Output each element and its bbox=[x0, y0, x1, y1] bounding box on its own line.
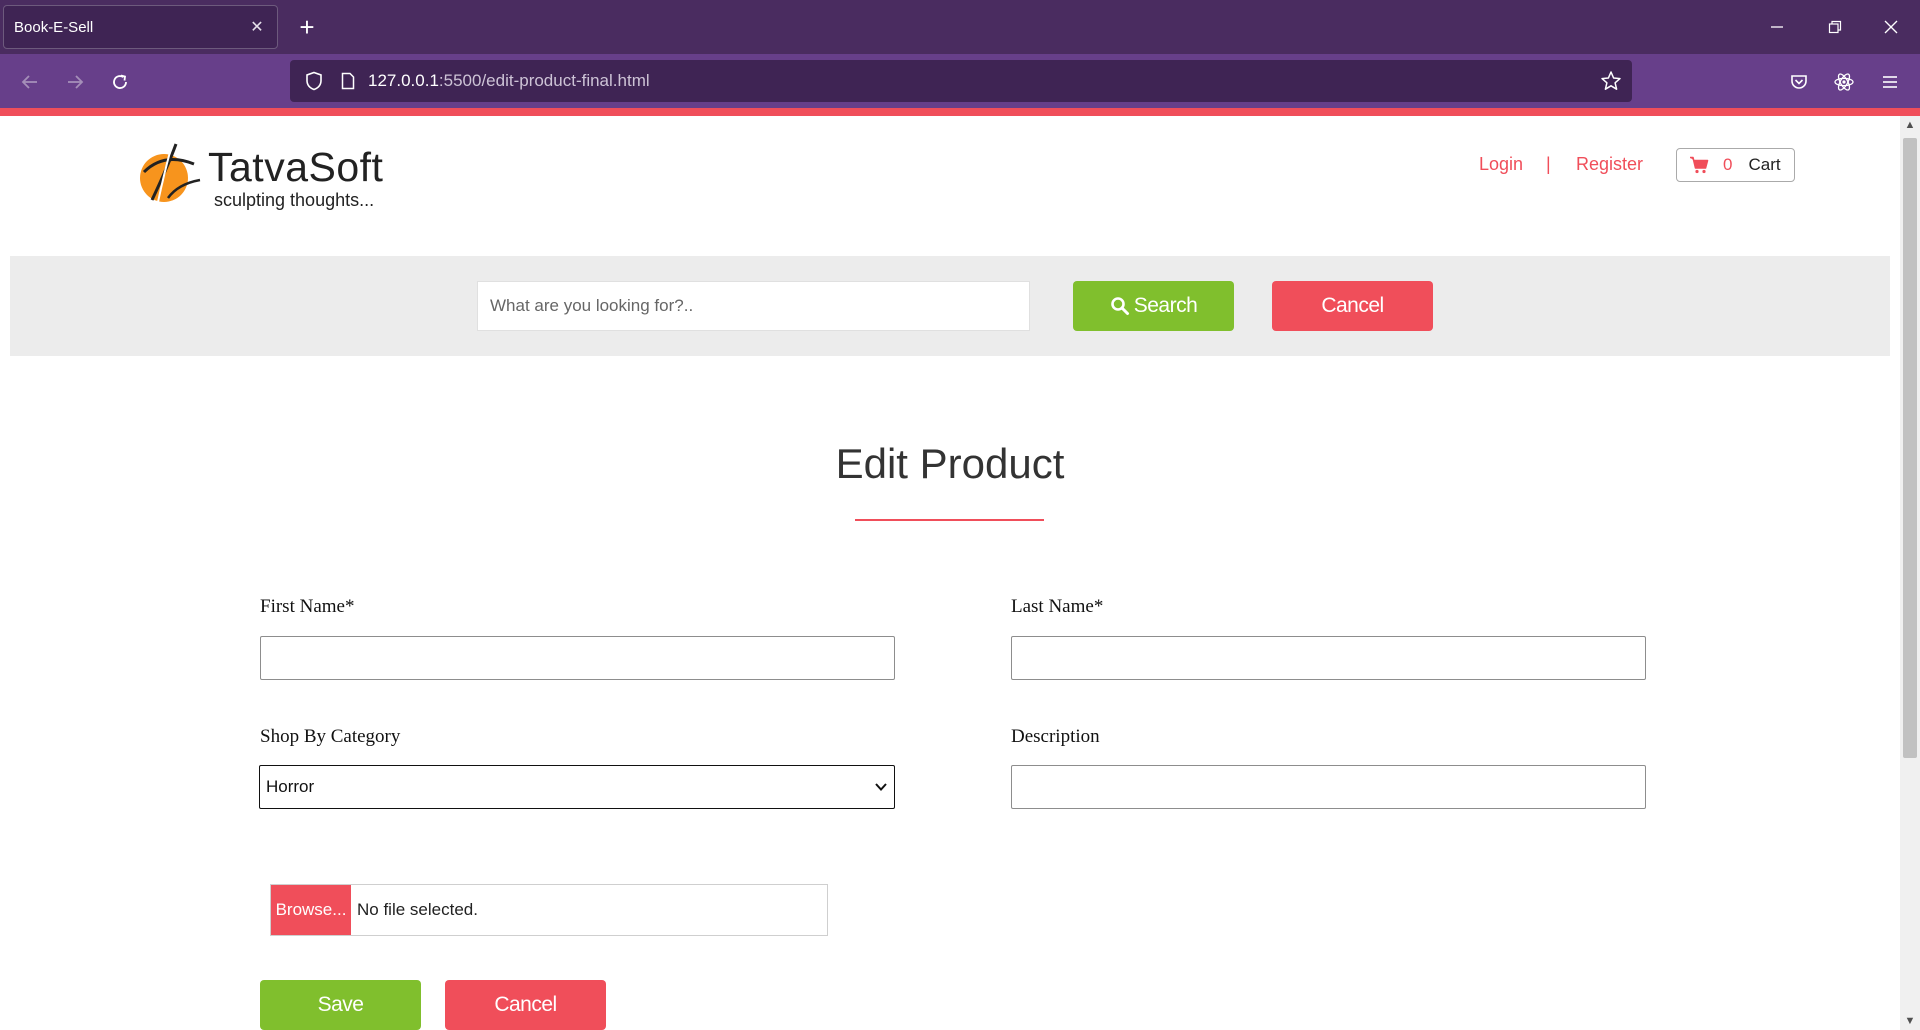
first-name-label: First Name* bbox=[260, 596, 355, 617]
cart-label: Cart bbox=[1748, 155, 1781, 174]
restore-icon[interactable] bbox=[1810, 8, 1860, 46]
login-link[interactable]: Login bbox=[1479, 154, 1523, 175]
chevron-down-icon bbox=[875, 783, 887, 791]
search-button[interactable]: Search bbox=[1073, 281, 1234, 331]
url-text[interactable]: 127.0.0.1:5500/edit-product-final.html bbox=[368, 71, 650, 91]
title-underline bbox=[855, 519, 1044, 521]
pocket-icon[interactable] bbox=[1781, 64, 1817, 100]
search-cancel-button[interactable]: Cancel bbox=[1272, 281, 1433, 331]
page-title: Edit Product bbox=[835, 440, 1065, 487]
menu-icon[interactable] bbox=[1872, 64, 1908, 100]
top-accent-bar bbox=[0, 108, 1920, 116]
new-tab-button[interactable]: + bbox=[290, 10, 324, 44]
reload-icon[interactable] bbox=[102, 64, 138, 100]
description-label: Description bbox=[1011, 726, 1100, 747]
page-icon bbox=[336, 72, 360, 90]
url-path: :5500/edit-product-final.html bbox=[438, 71, 650, 90]
minimize-icon[interactable] bbox=[1752, 8, 1802, 46]
bookmark-star-icon[interactable] bbox=[1600, 70, 1622, 97]
cart-button[interactable]: 0 Cart bbox=[1676, 148, 1795, 182]
search-input[interactable] bbox=[477, 281, 1030, 331]
address-bar[interactable]: 127.0.0.1:5500/edit-product-final.html bbox=[290, 60, 1632, 102]
browser-tab[interactable]: Book-E-Sell ✕ bbox=[3, 5, 278, 49]
file-upload[interactable]: Browse... No file selected. bbox=[270, 884, 828, 936]
description-field[interactable] bbox=[1011, 765, 1646, 809]
scroll-up-icon[interactable]: ▲ bbox=[1900, 116, 1920, 134]
logo-name: TatvaSoft bbox=[208, 144, 384, 190]
logo-mark-icon bbox=[140, 143, 201, 203]
scroll-down-icon[interactable]: ▼ bbox=[1900, 1012, 1920, 1030]
back-icon[interactable] bbox=[12, 64, 48, 100]
search-button-label: Search bbox=[1133, 294, 1198, 317]
last-name-field[interactable] bbox=[1011, 636, 1646, 680]
browser-navbar: 127.0.0.1:5500/edit-product-final.html bbox=[0, 54, 1920, 110]
cart-count: 0 bbox=[1723, 155, 1733, 174]
scroll-thumb[interactable] bbox=[1903, 138, 1917, 758]
search-icon bbox=[1110, 297, 1129, 315]
forward-icon[interactable] bbox=[57, 64, 93, 100]
logo-tagline: sculpting thoughts... bbox=[214, 190, 375, 210]
save-button[interactable]: Save bbox=[260, 980, 421, 1030]
react-devtools-icon[interactable] bbox=[1826, 64, 1862, 100]
category-label: Shop By Category bbox=[260, 726, 401, 747]
search-band: Search Cancel bbox=[10, 256, 1890, 356]
shield-icon[interactable] bbox=[300, 71, 328, 91]
tab-title: Book-E-Sell bbox=[14, 18, 94, 36]
url-host: 127.0.0.1 bbox=[368, 71, 439, 90]
category-select[interactable]: Horror bbox=[259, 765, 895, 809]
site-logo[interactable]: TatvaSoft sculpting thoughts... bbox=[134, 138, 434, 212]
page-scrollbar[interactable]: ▲ ▼ bbox=[1900, 116, 1920, 1030]
form-cancel-button[interactable]: Cancel bbox=[445, 980, 606, 1030]
category-select-value: Horror bbox=[266, 777, 315, 796]
browser-tabbar: Book-E-Sell ✕ + bbox=[0, 0, 1920, 54]
window-close-icon[interactable] bbox=[1866, 8, 1916, 46]
browse-button[interactable]: Browse... bbox=[271, 885, 351, 935]
cart-icon bbox=[1690, 156, 1709, 174]
register-link[interactable]: Register bbox=[1576, 154, 1643, 175]
file-status: No file selected. bbox=[357, 900, 478, 919]
link-separator: | bbox=[1546, 154, 1551, 174]
tab-close-icon[interactable]: ✕ bbox=[247, 17, 267, 37]
first-name-field[interactable] bbox=[260, 636, 895, 680]
last-name-label: Last Name* bbox=[1011, 596, 1104, 617]
